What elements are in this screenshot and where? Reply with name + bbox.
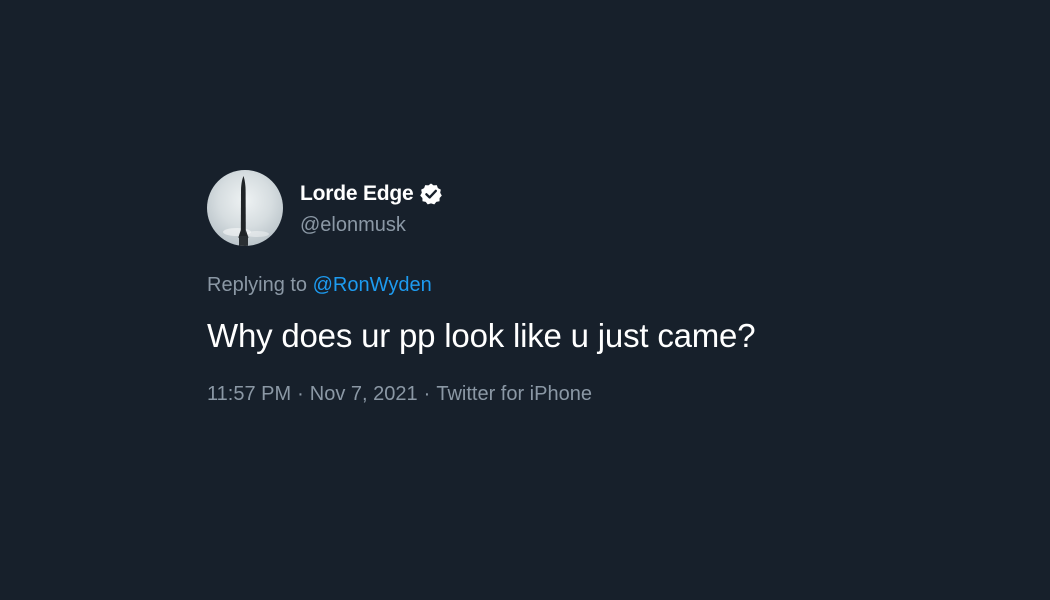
tweet-text: Why does ur pp look like u just came? xyxy=(207,317,756,354)
tweet-date[interactable]: Nov 7, 2021 xyxy=(310,383,418,405)
verified-badge-icon xyxy=(419,183,442,204)
replying-to-label: Replying to xyxy=(207,274,308,296)
meta-separator: · xyxy=(423,383,431,405)
meta-separator: · xyxy=(297,383,304,405)
reply-mention-link[interactable]: @RonWyden xyxy=(313,274,432,296)
tweet-card: Lorde Edge @elonmusk Replying to @RonWyd… xyxy=(207,170,907,406)
tweet-header: Lorde Edge @elonmusk xyxy=(207,170,907,246)
display-name[interactable]: Lorde Edge xyxy=(300,182,414,206)
replying-to: Replying to @RonWyden xyxy=(207,274,907,297)
tweet-source[interactable]: Twitter for iPhone xyxy=(436,383,592,405)
author-names: Lorde Edge @elonmusk xyxy=(300,180,443,237)
tweet-meta: 11:57 PM · Nov 7, 2021 · Twitter for iPhone xyxy=(207,383,907,406)
starship-avatar-icon xyxy=(223,176,269,246)
avatar[interactable] xyxy=(207,170,283,246)
author-handle[interactable]: @elonmusk xyxy=(300,214,443,237)
name-row: Lorde Edge xyxy=(300,180,443,208)
tweet-time[interactable]: 11:57 PM xyxy=(207,383,291,405)
